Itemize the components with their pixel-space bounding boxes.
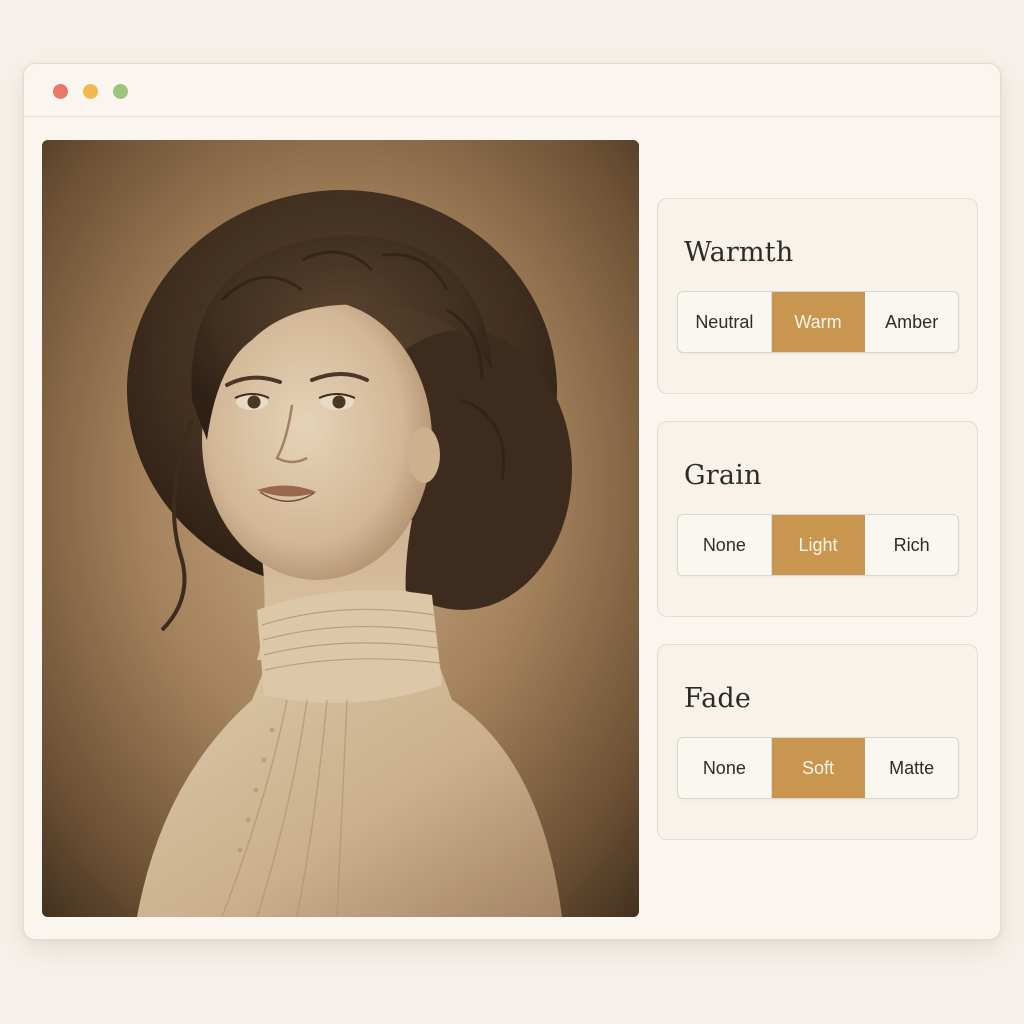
- maximize-window-button[interactable]: [113, 84, 128, 99]
- fade-option-soft[interactable]: Soft: [771, 738, 866, 798]
- grain-option-rich[interactable]: Rich: [865, 515, 958, 575]
- warmth-panel: Warmth Neutral Warm Amber: [657, 198, 978, 394]
- fade-segmented-control: None Soft Matte: [677, 737, 959, 799]
- fade-panel: Fade None Soft Matte: [657, 644, 978, 840]
- warmth-title: Warmth: [684, 237, 794, 268]
- warmth-option-warm[interactable]: Warm: [771, 292, 866, 352]
- warmth-option-amber[interactable]: Amber: [865, 292, 958, 352]
- minimize-window-button[interactable]: [83, 84, 98, 99]
- fade-option-matte[interactable]: Matte: [865, 738, 958, 798]
- grain-option-none[interactable]: None: [678, 515, 772, 575]
- app-window: Warmth Neutral Warm Amber Grain None Lig…: [23, 63, 1001, 940]
- fade-title: Fade: [684, 683, 752, 714]
- close-window-button[interactable]: [53, 84, 68, 99]
- portrait-photo: [42, 140, 639, 917]
- grain-option-light[interactable]: Light: [771, 515, 866, 575]
- fade-option-none[interactable]: None: [678, 738, 772, 798]
- warmth-option-neutral[interactable]: Neutral: [678, 292, 772, 352]
- grain-title: Grain: [684, 460, 762, 491]
- title-bar: [24, 64, 1000, 117]
- grain-segmented-control: None Light Rich: [677, 514, 959, 576]
- warmth-segmented-control: Neutral Warm Amber: [677, 291, 959, 353]
- grain-panel: Grain None Light Rich: [657, 421, 978, 617]
